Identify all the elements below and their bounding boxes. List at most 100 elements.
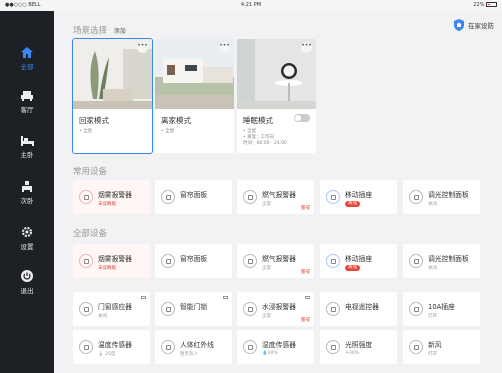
scene-image: •••	[237, 39, 316, 109]
device-name: 智能门锁	[180, 303, 208, 311]
device-card[interactable]: 调光控制面板 关闭	[403, 244, 480, 278]
scene-card-sleep[interactable]: ••• 睡眠模式 • 全屋 • 重复：工作日 时间：06:00 - 24:00	[237, 39, 316, 153]
device-card[interactable]: 窗帘面板	[155, 180, 232, 214]
sidebar-item-label: 主卧	[20, 151, 34, 159]
device-name: 窗帘面板	[180, 255, 208, 263]
device-name: 调光控制面板	[428, 255, 469, 263]
device-icon	[243, 340, 257, 354]
device-card[interactable]: 人体红外线 暂无有人	[155, 330, 232, 364]
device-card[interactable]: 烟雾报警器 未读数据	[73, 180, 150, 214]
device-icon	[409, 340, 423, 354]
device-name: 移动插座	[345, 191, 373, 199]
device-name: 烟雾报警器	[98, 255, 132, 263]
device-card[interactable]: 移动插座 离线	[320, 244, 397, 278]
device-status: 未读数据	[98, 202, 116, 207]
device-card[interactable]: 新风 打开	[403, 330, 480, 364]
sidebar-item-living-room[interactable]: 客厅	[0, 91, 54, 114]
device-card[interactable]: 调光控制面板 关闭	[403, 180, 480, 214]
device-card[interactable]: 烟雾报警器 未读数据	[73, 244, 150, 278]
device-icon	[161, 254, 175, 268]
scene-image: •••	[73, 39, 152, 109]
scenes-header: 场景选择 添加	[73, 24, 126, 36]
device-alert: 警戒	[301, 270, 310, 275]
bed-icon	[20, 136, 34, 146]
device-name: 燃气报警器	[262, 255, 296, 263]
device-card[interactable]: 智能门锁	[155, 292, 232, 326]
device-status: 关闭	[428, 202, 437, 207]
device-icon	[161, 302, 175, 316]
device-status: 正常	[262, 314, 271, 319]
device-icon	[326, 340, 340, 354]
device-status: ☀30%	[345, 351, 360, 356]
device-card[interactable]: 窗帘面板	[155, 244, 232, 278]
scene-card-away[interactable]: ••• 离家模式 • 全屋	[155, 39, 234, 153]
device-name: 温度传感器	[98, 341, 132, 349]
device-alert: 警戒	[301, 206, 310, 211]
sidebar-item-second-bedroom[interactable]: 次卧	[0, 181, 54, 205]
device-name: 烟雾报警器	[98, 191, 132, 199]
device-status: 离线	[345, 201, 360, 207]
scene-card-home[interactable]: ••• 回家模式 • 全屋	[72, 38, 153, 154]
device-name: 10A插座	[428, 303, 455, 311]
device-icon	[79, 254, 93, 268]
scene-image: •••	[155, 39, 234, 109]
device-name: 新风	[428, 341, 442, 349]
device-name: 湿度传感器	[262, 341, 296, 349]
device-card[interactable]: 光照强度 ☀30%	[320, 330, 397, 364]
add-scene-link[interactable]: 添加	[114, 28, 126, 35]
shield-icon	[454, 19, 464, 31]
device-icon	[161, 190, 175, 204]
scene-toggle[interactable]	[294, 114, 310, 122]
device-card[interactable]: 移动插座 离线	[320, 180, 397, 214]
clock: 4:21 PM	[240, 2, 262, 8]
device-status: 打开	[428, 352, 437, 357]
home-icon	[21, 47, 33, 58]
sidebar-item-logout[interactable]: 退出	[0, 270, 54, 295]
device-card[interactable]: 湿度传感器 💧30%	[237, 330, 314, 364]
device-status: 🌡 25度	[98, 352, 116, 357]
battery-status: 22%	[473, 2, 497, 8]
device-icon	[161, 340, 175, 354]
device-card[interactable]: 10A插座打开	[403, 292, 480, 326]
device-icon	[243, 254, 257, 268]
battery-icon	[486, 2, 497, 7]
device-icon	[409, 190, 423, 204]
device-card[interactable]: 水浸报警器 正常 警戒	[237, 292, 314, 326]
device-card[interactable]: 燃气报警器正常警戒	[237, 244, 314, 278]
device-name: 人体红外线	[180, 341, 214, 349]
device-status: 正常	[262, 202, 271, 207]
sidebar-item-all[interactable]: 全部	[0, 47, 54, 71]
sidebar-item-master-bedroom[interactable]: 主卧	[0, 136, 54, 159]
home-arm-status[interactable]: 在家设防	[454, 19, 494, 31]
device-name: 门窗感应器	[98, 303, 132, 311]
device-status: 正常	[262, 266, 271, 271]
device-card[interactable]: 温度传感器 🌡 25度	[73, 330, 150, 364]
device-name: 光照强度	[345, 341, 373, 349]
sidebar-item-settings[interactable]: 设置	[0, 226, 54, 251]
device-status: 关闭	[98, 314, 107, 319]
section-title-common: 常用设备	[73, 167, 108, 177]
device-name: 电视遥控器	[345, 303, 379, 311]
device-name: 窗帘面板	[180, 191, 208, 199]
bed-small-icon	[22, 181, 32, 192]
scene-more-button[interactable]: •••	[219, 42, 230, 53]
device-card[interactable]: 燃气报警器 正常 警戒	[237, 180, 314, 214]
home-arm-status-label: 在家设防	[468, 22, 494, 30]
device-icon	[409, 302, 423, 316]
battery-icon	[141, 296, 146, 299]
sidebar-item-label: 退出	[20, 287, 34, 295]
scene-meta: • 全屋 • 重复：工作日 时间：06:00 - 24:00	[243, 129, 287, 146]
device-status: 暂无有人	[180, 352, 198, 357]
sidebar-item-label: 全部	[20, 63, 34, 71]
device-card[interactable]: 电视遥控器	[320, 292, 397, 326]
device-status: 打开	[428, 314, 437, 319]
gear-icon	[21, 226, 33, 238]
battery-icon	[305, 296, 310, 299]
device-icon	[326, 302, 340, 316]
scene-more-button[interactable]: •••	[137, 42, 148, 53]
sidebar-item-label: 客厅	[20, 106, 34, 114]
scene-more-button[interactable]: •••	[301, 42, 312, 53]
section-title-scenes: 场景选择	[73, 26, 108, 36]
device-icon	[326, 190, 340, 204]
device-card[interactable]: 门窗感应器 关闭	[73, 292, 150, 326]
